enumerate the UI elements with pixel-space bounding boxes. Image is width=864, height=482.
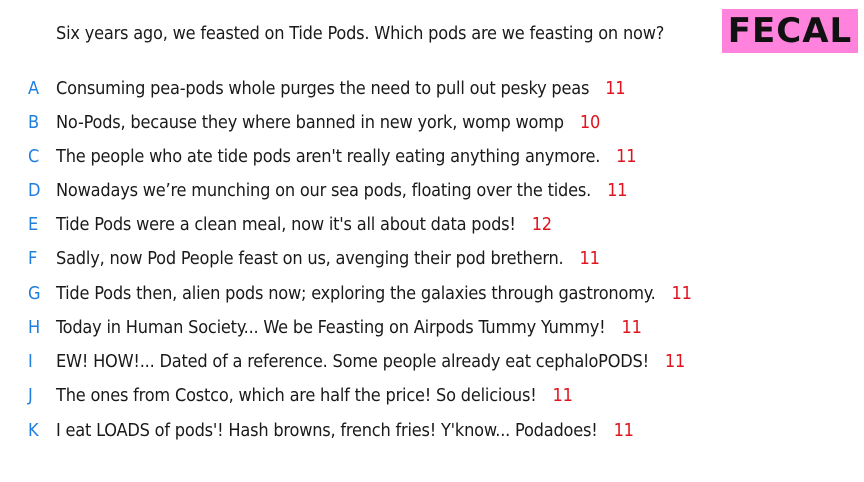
- answer-score: 11: [607, 179, 628, 201]
- answer-score: 11: [621, 316, 642, 338]
- answer-letter: G: [28, 282, 41, 304]
- answer-letter: I: [28, 350, 33, 372]
- answer-score: 12: [531, 213, 552, 235]
- answer-text: Today in Human Society... We be Feasting…: [56, 316, 606, 338]
- answer-text: Tide Pods then, alien pods now; explorin…: [56, 282, 656, 304]
- answer-score: 11: [579, 247, 600, 269]
- question-text: Six years ago, we feasted on Tide Pods. …: [56, 23, 665, 44]
- answer-score: 11: [605, 77, 626, 99]
- answer-letter: F: [28, 247, 38, 269]
- answer-text: Tide Pods were a clean meal, now it's al…: [56, 213, 516, 235]
- answer-text: No-Pods, because they where banned in ne…: [56, 111, 564, 133]
- answer-score: 11: [671, 282, 692, 304]
- answer-letter: A: [28, 77, 39, 99]
- answer-letter: K: [28, 419, 39, 441]
- answer-score: 11: [552, 384, 573, 406]
- answer-text: EW! HOW!... Dated of a reference. Some p…: [56, 350, 649, 372]
- answer-score: 11: [613, 419, 634, 441]
- answer-text: The ones from Costco, which are half the…: [56, 384, 537, 406]
- answer-text: Sadly, now Pod People feast on us, aveng…: [56, 247, 564, 269]
- answer-letter: J: [28, 384, 33, 406]
- fecal-badge: FECAL: [722, 9, 858, 53]
- answer-letter: B: [28, 111, 39, 133]
- answer-letter: C: [28, 145, 40, 167]
- answer-score: 11: [616, 145, 637, 167]
- answer-text: Nowadays we’re munching on our sea pods,…: [56, 179, 592, 201]
- answer-text: Consuming pea-pods whole purges the need…: [56, 77, 590, 99]
- answer-text: I eat LOADS of pods'! Hash browns, frenc…: [56, 419, 598, 441]
- answer-letter: E: [28, 213, 39, 235]
- answer-letter: D: [28, 179, 41, 201]
- answer-letter: H: [28, 316, 40, 338]
- answer-text: The people who ate tide pods aren't real…: [56, 145, 601, 167]
- answer-score: 11: [664, 350, 686, 372]
- answer-score: 10: [579, 111, 601, 133]
